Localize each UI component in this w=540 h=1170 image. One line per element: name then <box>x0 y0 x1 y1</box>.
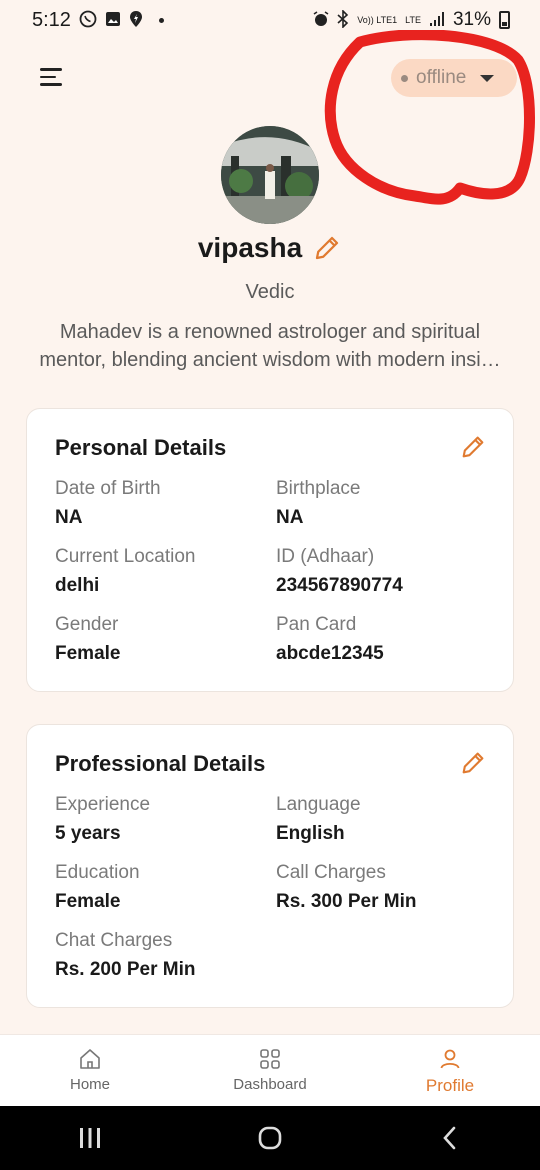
field-value: 5 years <box>55 823 121 844</box>
profile-category: Vedic <box>245 281 295 303</box>
caret-down-icon <box>480 74 495 82</box>
field-value: Female <box>55 643 121 664</box>
field-value: delhi <box>55 575 100 596</box>
system-nav-bar <box>0 1106 540 1170</box>
field-call-charges: Call Charges Rs. 300 Per Min <box>276 861 496 914</box>
field-label: Education <box>55 862 140 883</box>
nav-label: Home <box>69 1076 110 1093</box>
field-gender: Gender Female <box>55 613 275 666</box>
field-language: Language English <box>276 793 496 846</box>
status-right: Vo)) LTE1 LTE 31% <box>313 8 510 31</box>
field-value: Rs. 300 Per Min <box>276 891 417 912</box>
profile-bio: Mahadev is a renowned astrologer and spi… <box>28 318 512 374</box>
field-label: Language <box>276 794 361 815</box>
avatar[interactable] <box>221 126 319 224</box>
dashboard-icon <box>260 1049 280 1069</box>
field-label: Gender <box>55 614 119 635</box>
recents-button[interactable] <box>70 1118 110 1158</box>
menu-button[interactable] <box>40 68 66 90</box>
notification-dot-icon <box>158 17 164 23</box>
menu-icon <box>40 68 62 71</box>
red-circle-annotation <box>324 30 535 205</box>
field-value: Rs. 200 Per Min <box>55 959 196 980</box>
status-left: 5:12 <box>32 9 164 32</box>
field-label: Birthplace <box>276 478 361 499</box>
nav-label: Profile <box>425 1076 475 1095</box>
field-label: Chat Charges <box>55 930 173 951</box>
volte-indicator: Vo)) LTE1 <box>357 14 398 25</box>
signal-icon <box>429 11 445 30</box>
back-button[interactable] <box>430 1118 470 1158</box>
field-label: Current Location <box>55 546 196 567</box>
status-dot <box>401 74 408 82</box>
location-icon <box>129 10 143 31</box>
circle-home-icon <box>258 1126 282 1150</box>
field-value: abcde12345 <box>276 643 384 664</box>
profile-icon <box>440 1049 460 1069</box>
nav-item-dashboard[interactable]: Dashboard <box>180 1035 360 1106</box>
field-value: English <box>276 823 345 844</box>
bluetooth-icon <box>337 8 349 31</box>
home-system-button[interactable] <box>250 1118 290 1158</box>
professional-details-card: Professional Details Experience 5 years … <box>26 724 514 1008</box>
field-value: NA <box>276 507 304 528</box>
profile-name: vipasha <box>197 232 303 263</box>
field-current-location: Current Location delhi <box>55 545 275 598</box>
back-chevron-icon <box>443 1126 456 1150</box>
card-title: Personal Details <box>55 435 227 460</box>
battery-icon <box>499 11 510 29</box>
field-label: Pan Card <box>276 614 357 635</box>
field-value: 234567890774 <box>276 575 403 596</box>
field-pan-card: Pan Card abcde12345 <box>276 613 496 666</box>
field-id-adhaar: ID (Adhaar) 234567890774 <box>276 545 496 598</box>
home-icon <box>80 1049 100 1069</box>
lte-indicator: LTE <box>405 14 421 25</box>
name-row: vipasha <box>0 232 540 264</box>
card-title: Professional Details <box>55 751 266 776</box>
field-experience: Experience 5 years <box>55 793 275 846</box>
bio-line: mentor, blending ancient wisdom with mod… <box>39 349 501 371</box>
status-time: 5:12 <box>32 8 71 31</box>
nav-label: Dashboard <box>233 1076 307 1093</box>
field-education: Education Female <box>55 861 275 914</box>
bio-line: Mahadev is a renowned astrologer and spi… <box>59 321 481 343</box>
avatar-photo <box>221 126 319 224</box>
nav-item-profile[interactable]: Profile <box>360 1035 540 1106</box>
personal-details-card: Personal Details Date of Birth NA Birthp… <box>26 408 514 692</box>
field-birthplace: Birthplace NA <box>276 477 496 530</box>
field-label: Date of Birth <box>55 478 161 499</box>
whatsapp-icon <box>79 10 97 31</box>
recents-icon <box>80 1128 100 1148</box>
field-value: NA <box>55 507 83 528</box>
availability-value: offline <box>416 67 467 88</box>
field-label: ID (Adhaar) <box>276 546 375 567</box>
status-bar: 5:12 Vo)) LTE1 LTE 31% <box>0 0 540 40</box>
nav-item-home[interactable]: Home <box>0 1035 180 1106</box>
field-value: Female <box>55 891 121 912</box>
edit-professional-icon[interactable] <box>459 749 487 777</box>
alarm-icon <box>313 10 329 30</box>
gallery-icon <box>105 11 121 30</box>
field-chat-charges: Chat Charges Rs. 200 Per Min <box>55 929 275 982</box>
field-label: Call Charges <box>276 862 386 883</box>
edit-personal-icon[interactable] <box>459 433 487 461</box>
battery-percent: 31% <box>452 9 491 30</box>
field-label: Experience <box>55 794 151 815</box>
edit-name-icon[interactable] <box>312 233 342 263</box>
field-date-of-birth: Date of Birth NA <box>55 477 275 530</box>
availability-dropdown[interactable]: offline <box>391 59 517 97</box>
bottom-nav: Home Dashboard Profile <box>0 1034 540 1106</box>
